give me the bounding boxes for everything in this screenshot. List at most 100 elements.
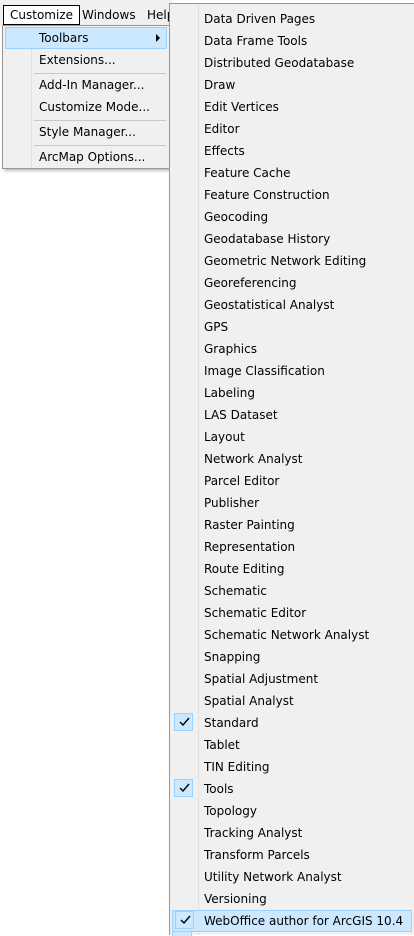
menu-item-style-manager[interactable]: Style Manager... bbox=[5, 121, 167, 143]
toolbar-item-label: Schematic Network Analyst bbox=[204, 628, 370, 642]
toolbar-item-label: Data Frame Tools bbox=[204, 34, 308, 48]
toolbar-item-label: Network Analyst bbox=[204, 452, 303, 466]
toolbar-item-tin-editing[interactable]: TIN Editing bbox=[172, 756, 412, 778]
toolbar-item-spatial-analyst[interactable]: Spatial Analyst bbox=[172, 690, 412, 712]
toolbar-item-label: Graphics bbox=[204, 342, 257, 356]
checkmark-icon bbox=[174, 713, 193, 731]
toolbar-item-label: Geostatistical Analyst bbox=[204, 298, 335, 312]
toolbar-item-label: Spatial Adjustment bbox=[204, 672, 319, 686]
toolbar-item-geometric-network-editing[interactable]: Geometric Network Editing bbox=[172, 250, 412, 272]
toolbar-item-schematic[interactable]: Schematic bbox=[172, 580, 412, 602]
toolbar-item-weboffice-author-for-arcgis-10-4[interactable]: WebOffice author for ArcGIS 10.4 bbox=[172, 910, 412, 932]
toolbar-item-labeling[interactable]: Labeling bbox=[172, 382, 412, 404]
toolbar-item-feature-construction[interactable]: Feature Construction bbox=[172, 184, 412, 206]
toolbar-item-label: Transform Parcels bbox=[204, 848, 310, 862]
toolbar-item-label: TIN Editing bbox=[204, 760, 270, 774]
toolbar-item-label: Feature Cache bbox=[204, 166, 291, 180]
toolbar-item-label: Spatial Analyst bbox=[204, 694, 294, 708]
menu-item-toolbars[interactable]: Toolbars bbox=[5, 27, 167, 49]
menu-item-label: Extensions... bbox=[39, 53, 116, 67]
menu-item-label: Add-In Manager... bbox=[39, 78, 145, 92]
toolbar-item-label: Publisher bbox=[204, 496, 260, 510]
toolbar-item-las-dataset[interactable]: LAS Dataset bbox=[172, 404, 412, 426]
toolbar-item-georeferencing[interactable]: Georeferencing bbox=[172, 272, 412, 294]
menu-item-customize-mode[interactable]: Customize Mode... bbox=[5, 96, 167, 118]
toolbar-item-layout[interactable]: Layout bbox=[172, 426, 412, 448]
menu-item-arcmap-options[interactable]: ArcMap Options... bbox=[5, 146, 167, 168]
checkmark-icon bbox=[174, 779, 193, 797]
toolbar-item-label: Effects bbox=[204, 144, 245, 158]
toolbar-item-label: Utility Network Analyst bbox=[204, 870, 342, 884]
toolbar-item-label: Editor bbox=[204, 122, 240, 136]
toolbar-item-label: Standard bbox=[204, 716, 259, 730]
toolbar-item-data-driven-pages[interactable]: Data Driven Pages bbox=[172, 8, 412, 30]
toolbar-item-gps[interactable]: GPS bbox=[172, 316, 412, 338]
toolbar-item-tracking-analyst[interactable]: Tracking Analyst bbox=[172, 822, 412, 844]
toolbars-submenu: Data Driven Pages Data Frame Tools Distrib… bbox=[169, 3, 414, 936]
toolbar-item-raster-painting[interactable]: Raster Painting bbox=[172, 514, 412, 536]
toolbar-item-label: Geometric Network Editing bbox=[204, 254, 367, 268]
toolbar-item-editor[interactable]: Editor bbox=[172, 118, 412, 140]
toolbar-item-label: WebOffice author for ArcGIS 10.4 bbox=[204, 914, 404, 928]
toolbar-item-label: Feature Construction bbox=[204, 188, 330, 202]
toolbar-item-feature-cache[interactable]: Feature Cache bbox=[172, 162, 412, 184]
menu-item-extensions[interactable]: Extensions... bbox=[5, 49, 167, 71]
toolbar-item-standard[interactable]: Standard bbox=[172, 712, 412, 734]
toolbar-item-graphics[interactable]: Graphics bbox=[172, 338, 412, 360]
toolbar-item-topology[interactable]: Topology bbox=[172, 800, 412, 822]
toolbar-item-geocoding[interactable]: Geocoding bbox=[172, 206, 412, 228]
toolbar-item-distributed-geodatabase[interactable]: Distributed Geodatabase bbox=[172, 52, 412, 74]
toolbar-item-route-editing[interactable]: Route Editing bbox=[172, 558, 412, 580]
toolbar-item-geodatabase-history[interactable]: Geodatabase History bbox=[172, 228, 412, 250]
toolbar-item-publisher[interactable]: Publisher bbox=[172, 492, 412, 514]
menu-item-label: Toolbars bbox=[39, 31, 89, 45]
toolbar-item-label: Versioning bbox=[204, 892, 267, 906]
menu-bar: Customize Windows Help bbox=[0, 0, 174, 26]
toolbar-item-label: Schematic bbox=[204, 584, 267, 598]
toolbar-item-schematic-editor[interactable]: Schematic Editor bbox=[172, 602, 412, 624]
toolbar-item-network-analyst[interactable]: Network Analyst bbox=[172, 448, 412, 470]
toolbar-item-label: Geodatabase History bbox=[204, 232, 331, 246]
toolbar-item-tablet[interactable]: Tablet bbox=[172, 734, 412, 756]
toolbar-item-image-classification[interactable]: Image Classification bbox=[172, 360, 412, 382]
toolbar-item-label: Topology bbox=[204, 804, 257, 818]
toolbar-item-label: LAS Dataset bbox=[204, 408, 278, 422]
toolbar-item-label: Route Editing bbox=[204, 562, 285, 576]
toolbar-item-label: Representation bbox=[204, 540, 296, 554]
menu-item-label: Customize Mode... bbox=[39, 100, 150, 114]
toolbar-item-parcel-editor[interactable]: Parcel Editor bbox=[172, 470, 412, 492]
toolbar-item-transform-parcels[interactable]: Transform Parcels bbox=[172, 844, 412, 866]
toolbar-item-utility-network-analyst[interactable]: Utility Network Analyst bbox=[172, 866, 412, 888]
toolbar-item-spatial-adjustment[interactable]: Spatial Adjustment bbox=[172, 668, 412, 690]
menu-customize[interactable]: Customize bbox=[3, 5, 80, 25]
toolbar-item-label: GPS bbox=[204, 320, 229, 334]
submenu-arrow-icon bbox=[156, 34, 160, 42]
toolbar-item-versioning[interactable]: Versioning bbox=[172, 888, 412, 910]
checkmark-icon bbox=[175, 911, 194, 929]
toolbar-item-label: Labeling bbox=[204, 386, 255, 400]
toolbar-item-snapping[interactable]: Snapping bbox=[172, 646, 412, 668]
toolbar-item-label: Raster Painting bbox=[204, 518, 295, 532]
menu-item-label: Style Manager... bbox=[39, 125, 136, 139]
toolbar-item-label: Tracking Analyst bbox=[204, 826, 303, 840]
toolbar-item-representation[interactable]: Representation bbox=[172, 536, 412, 558]
toolbar-item-effects[interactable]: Effects bbox=[172, 140, 412, 162]
toolbar-item-geostatistical-analyst[interactable]: Geostatistical Analyst bbox=[172, 294, 412, 316]
toolbar-item-label: Tools bbox=[204, 782, 234, 796]
toolbar-item-data-frame-tools[interactable]: Data Frame Tools bbox=[172, 30, 412, 52]
toolbar-item-label: Parcel Editor bbox=[204, 474, 280, 488]
toolbar-item-label: Image Classification bbox=[204, 364, 325, 378]
menu-windows[interactable]: Windows bbox=[76, 5, 142, 25]
toolbar-item-schematic-network-analyst[interactable]: Schematic Network Analyst bbox=[172, 624, 412, 646]
menu-item-add-in-manager[interactable]: Add-In Manager... bbox=[5, 74, 167, 96]
toolbar-item-label: Distributed Geodatabase bbox=[204, 56, 355, 70]
toolbar-item-tools[interactable]: Tools bbox=[172, 778, 412, 800]
menu-item-label: ArcMap Options... bbox=[39, 150, 146, 164]
toolbar-item-label: Tablet bbox=[204, 738, 240, 752]
toolbar-item-label: Snapping bbox=[204, 650, 261, 664]
toolbar-item-label: Georeferencing bbox=[204, 276, 297, 290]
toolbar-item-edit-vertices[interactable]: Edit Vertices bbox=[172, 96, 412, 118]
toolbar-item-label: Geocoding bbox=[204, 210, 269, 224]
toolbar-item-draw[interactable]: Draw bbox=[172, 74, 412, 96]
customize-dropdown: Toolbars Extensions... Add-In Manager...… bbox=[2, 25, 170, 169]
